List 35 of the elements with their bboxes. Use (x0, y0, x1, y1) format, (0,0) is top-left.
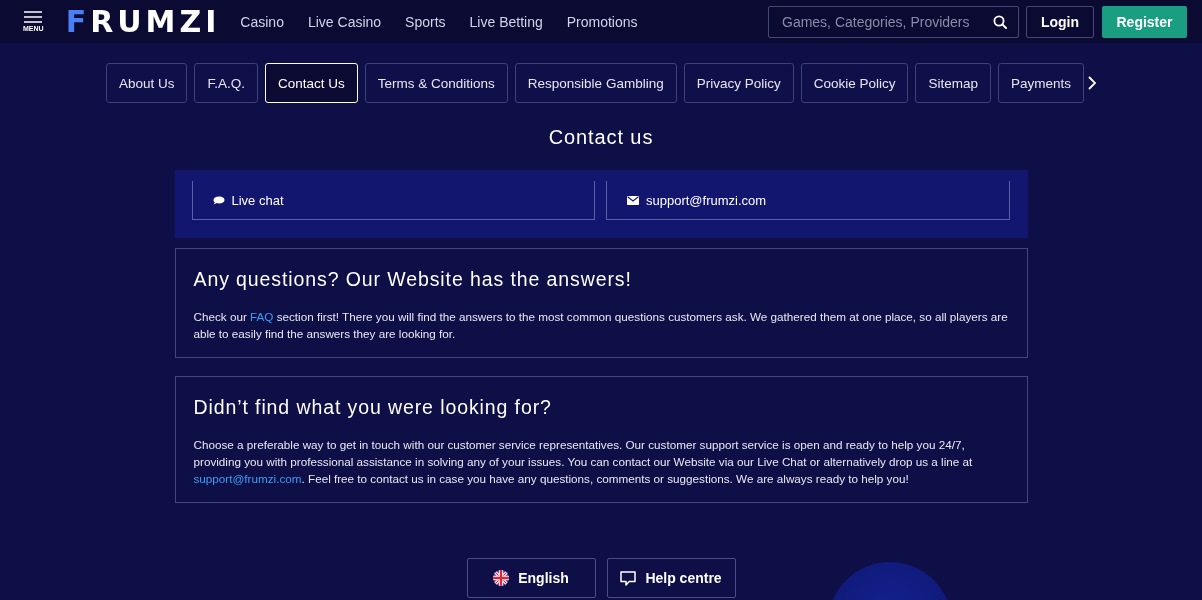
info-tab[interactable]: F.A.Q. (194, 63, 258, 103)
email-link[interactable]: support@frumzi.com (606, 181, 1010, 220)
info-tab[interactable]: Responsible Gambling (514, 63, 677, 103)
info-tab[interactable]: About Us (105, 63, 188, 103)
inline-link[interactable]: FAQ (250, 310, 274, 323)
nav-link[interactable]: Live Betting (469, 13, 543, 30)
card-heading: Didn’t find what you were looking for? (193, 395, 553, 420)
card-text: Check our FAQ section first! There you will find the answers to the most common questions customers ask. We gathered them at one place, so all players are able to easily find the answers they are looking for. (193, 309, 1009, 342)
login-button[interactable]: Login (1026, 5, 1094, 38)
info-tab[interactable]: Cookie Policy (800, 63, 909, 103)
chevron-right-icon[interactable] (1088, 76, 1097, 90)
uk-flag-icon (493, 570, 510, 586)
info-tab[interactable]: Payments (998, 63, 1085, 103)
help-centre-button[interactable]: Help centre (606, 558, 736, 598)
nav-link[interactable]: Live Casino (307, 13, 382, 30)
logo[interactable]: F RUMZI (65, 7, 221, 36)
info-tab[interactable]: Terms & Conditions (364, 63, 508, 103)
search-icon[interactable] (993, 14, 1007, 29)
live-chat-link[interactable]: Live chat (191, 181, 595, 220)
info-tab[interactable]: Contact Us (265, 63, 358, 103)
info-tab[interactable]: Privacy Policy (683, 63, 794, 103)
nav-link[interactable]: Sports (405, 13, 446, 30)
card-heading: Any questions? Our Website has the answers! (193, 267, 633, 292)
card-text: Choose a preferable way to get in touch with our customer service representatives. Our customer support service is open and ready to help you 24/7, providing you with professional assistance in solving any of your issues. You can contact our Website via our Live Chat or alternatively drop us a line at support@frumzi.com. Feel free to contact us in case you have any questions, comments or suggestions. We are always ready to help you! (193, 437, 974, 487)
chat-bubble-icon (212, 195, 225, 205)
nav-link[interactable]: Casino (240, 13, 284, 30)
envelope-icon (627, 195, 639, 205)
speech-bubble-icon (620, 570, 637, 586)
language-button[interactable]: English (466, 558, 596, 598)
search-field[interactable]: Games, Categories, Providers (768, 5, 1019, 38)
info-tab[interactable]: Sitemap (915, 63, 991, 103)
inline-link[interactable]: support@frumzi.com (193, 472, 302, 485)
page-title: Contact us (547, 125, 655, 150)
menu-icon (24, 10, 43, 23)
nav-link[interactable]: Promotions (566, 13, 638, 30)
